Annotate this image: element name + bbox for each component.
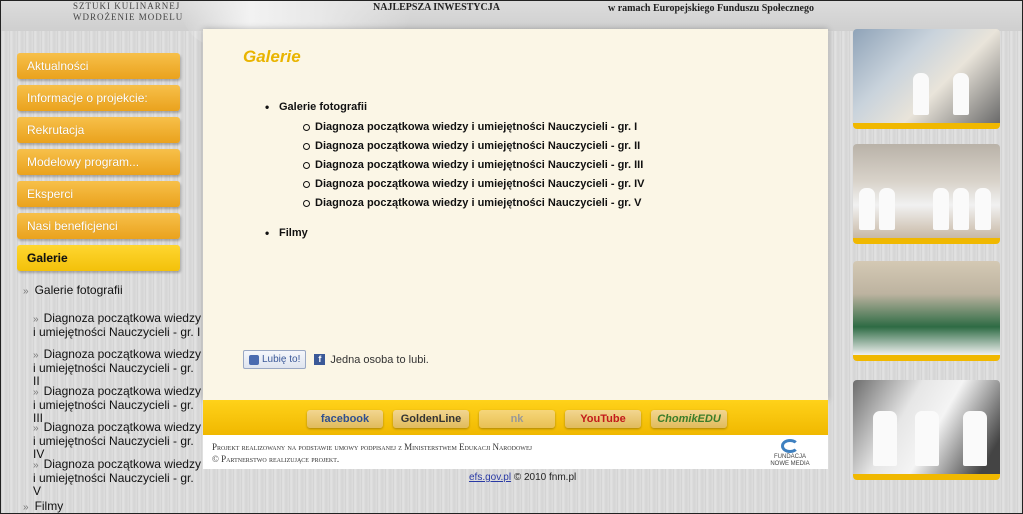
chef-figure [879, 188, 895, 230]
youtube-link[interactable]: YouTube [565, 410, 641, 428]
brand-logo-text: Sztuki kulinarnej wdrożenie modelu [73, 1, 183, 23]
subnav-link-gr-3[interactable]: » Diagnoza początkowa wiedzy i umiejętnoś… [33, 385, 203, 425]
chevron-right-icon: » [33, 350, 39, 361]
gallery-link-gr-4[interactable]: Diagnoza początkowa wiedzy i umiejętnośc… [265, 175, 644, 194]
subnav-films-label: Filmy [34, 499, 64, 513]
films-link[interactable]: Filmy [265, 226, 644, 241]
nav-item-eksperci[interactable]: Eksperci [17, 181, 180, 207]
chevron-right-icon: » [23, 286, 29, 297]
subnav-link-label: Diagnoza początkowa wiedzy i umiejętnośc… [33, 347, 201, 388]
subnav-link-label: Diagnoza początkowa wiedzy i umiejętnośc… [33, 457, 201, 498]
header: Sztuki kulinarnej wdrożenie modelu Najle… [1, 1, 1022, 47]
page-title: Galerie [243, 47, 301, 66]
chef-figure [915, 411, 939, 466]
chef-figure [953, 73, 969, 115]
gallery-link-gr-5[interactable]: Diagnoza początkowa wiedzy i umiejętnośc… [265, 194, 644, 213]
facebook-link[interactable]: facebook [307, 410, 383, 428]
chevron-right-icon: » [33, 423, 39, 434]
brand-line-1: Sztuki kulinarnej [73, 1, 181, 11]
copyright-text: © 2010 fnm.pl [513, 472, 577, 483]
nav-item-rekrutacja[interactable]: Rekrutacja [17, 117, 180, 143]
chef-figure [953, 188, 969, 230]
gallery-link-gr-2[interactable]: Diagnoza początkowa wiedzy i umiejętnośc… [265, 137, 644, 156]
fundacja-ring-icon [781, 439, 799, 453]
nav-item-modelowy-program[interactable]: Modelowy program... [17, 149, 180, 175]
gallery-photo-2[interactable] [853, 144, 1000, 244]
efs-note: w ramach Europejskiego Funduszu Społeczn… [608, 3, 814, 14]
chef-figure [859, 188, 875, 230]
facebook-icon: f [314, 354, 326, 365]
gallery-list: Galerie fotografii Diagnoza początkowa w… [265, 100, 644, 241]
subnav-link-gr-1[interactable]: » Diagnoza początkowa wiedzy i umiejętnoś… [33, 312, 203, 339]
subnav-link-gr-5[interactable]: » Diagnoza początkowa wiedzy i umiejętnoś… [33, 458, 203, 498]
facebook-like-widget: Lubię to! f Jedna osoba to lubi. [243, 350, 429, 369]
like-count-text: Jedna osoba to lubi. [330, 353, 429, 366]
nav-item-aktualnosci[interactable]: Aktualności [17, 53, 180, 79]
gallery-link-gr-3[interactable]: Diagnoza początkowa wiedzy i umiejętnośc… [265, 156, 644, 175]
subnav-link-gr-4[interactable]: » Diagnoza początkowa wiedzy i umiejętnoś… [33, 421, 203, 461]
social-bar: facebook GoldenLine nk YouTube ChomikEDU [203, 400, 828, 435]
chef-figure [933, 188, 949, 230]
fundacja-line-1: FUNDACJA [773, 454, 806, 460]
gallery-photo-1[interactable] [853, 29, 1000, 129]
goldenline-link[interactable]: GoldenLine [393, 410, 469, 428]
gallery-link-gr-1[interactable]: Diagnoza początkowa wiedzy i umiejętnośc… [265, 118, 644, 137]
nav-item-beneficjenci[interactable]: Nasi beneficjenci [17, 213, 180, 239]
header-slogan: Najlepsza inwestycja [373, 2, 500, 13]
chomikedu-link[interactable]: ChomikEDU [651, 410, 727, 428]
subnav-link-label: Diagnoza początkowa wiedzy i umiejętnośc… [33, 420, 201, 461]
chef-figure [873, 411, 897, 466]
content-panel: Galerie Galerie fotografii Diagnoza pocz… [203, 29, 828, 400]
legal-footer: Projekt realizowany na podstawie umowy p… [203, 435, 828, 469]
like-button[interactable]: Lubię to! [243, 350, 307, 369]
fundacja-line-2: NOWE MEDIA [770, 461, 810, 467]
gallery-photo-4[interactable] [853, 380, 1000, 480]
nav-item-informacje[interactable]: Informacje o projekcie: [17, 85, 180, 111]
chef-figure [963, 411, 987, 466]
brand-line-2: wdrożenie modelu [73, 12, 184, 22]
legal-line-1: Projekt realizowany na podstawie umowy p… [212, 442, 532, 452]
like-button-label: Lubię to! [262, 354, 301, 365]
subnav-films[interactable]: » Filmy [23, 499, 63, 513]
fundacja-logo[interactable]: FUNDACJA NOWE MEDIA [762, 439, 818, 468]
chef-figure [975, 188, 991, 230]
thumbs-up-icon [249, 354, 259, 365]
subnav-gallery-label: Galerie fotografii [34, 283, 123, 297]
gallery-heading: Galerie fotografii [265, 100, 644, 115]
subnav-gallery[interactable]: » Galerie fotografii [23, 283, 123, 297]
chef-figure [913, 73, 929, 115]
nk-link[interactable]: nk [479, 410, 555, 428]
legal-line-2: © Partnerstwo realizujące projekt. [212, 454, 340, 464]
chevron-right-icon: » [23, 502, 29, 513]
main-nav: Aktualności Informacje o projekcie: Rekr… [17, 53, 180, 277]
copyright: efs.gov.pl © 2010 fnm.pl [469, 472, 576, 483]
chevron-right-icon: » [33, 460, 39, 471]
subnav-link-gr-2[interactable]: » Diagnoza początkowa wiedzy i umiejętnoś… [33, 348, 203, 388]
subnav-link-label: Diagnoza początkowa wiedzy i umiejętnośc… [33, 384, 201, 425]
efs-link[interactable]: efs.gov.pl [469, 472, 511, 483]
subnav-link-label: Diagnoza początkowa wiedzy i umiejętnośc… [33, 311, 201, 339]
chevron-right-icon: » [33, 387, 39, 398]
chevron-right-icon: » [33, 314, 39, 325]
nav-item-galerie[interactable]: Galerie [17, 245, 180, 271]
gallery-photo-3[interactable] [853, 261, 1000, 361]
